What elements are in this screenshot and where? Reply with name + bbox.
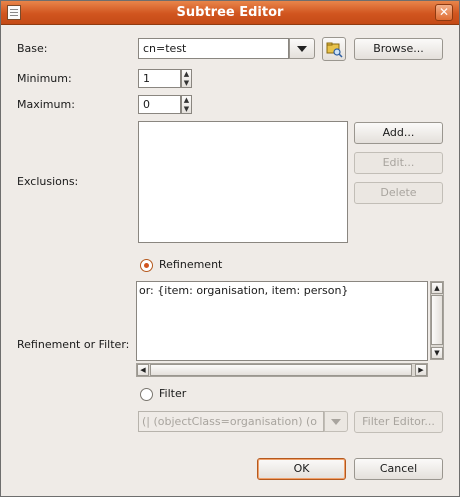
cancel-button[interactable]: Cancel xyxy=(354,458,443,480)
maximum-stepper[interactable]: ▲ ▼ xyxy=(181,95,192,114)
refinement-or-filter-label: Refinement or Filter: xyxy=(17,338,130,351)
vertical-scroll-thumb[interactable] xyxy=(431,295,443,345)
filter-radio[interactable] xyxy=(140,388,153,401)
refinement-textarea[interactable]: or: {item: organisation, item: person} xyxy=(136,281,428,361)
base-lookup-button[interactable] xyxy=(322,37,346,61)
filter-editor-button[interactable]: Filter Editor... xyxy=(354,411,443,433)
chevron-down-icon xyxy=(297,46,307,52)
scroll-left-icon[interactable]: ◀ xyxy=(137,364,149,376)
filter-combo-input[interactable]: (| (objectClass=organisation) (o xyxy=(138,411,324,432)
base-input[interactable]: cn=test xyxy=(138,38,289,59)
base-label: Base: xyxy=(17,42,48,55)
browse-button[interactable]: Browse... xyxy=(354,38,443,60)
refinement-radio[interactable] xyxy=(140,259,153,272)
delete-exclusion-button[interactable]: Delete xyxy=(354,182,443,204)
base-dropdown-button[interactable] xyxy=(289,38,315,59)
edit-exclusion-button[interactable]: Edit... xyxy=(354,152,443,174)
minimum-stepper[interactable]: ▲ ▼ xyxy=(181,69,192,88)
ok-button[interactable]: OK xyxy=(257,458,346,480)
maximum-input[interactable]: 0 xyxy=(138,95,181,114)
exclusions-list[interactable] xyxy=(138,121,348,243)
chevron-down-icon xyxy=(331,419,341,425)
scroll-down-icon[interactable]: ▼ xyxy=(431,347,443,359)
subtree-editor-dialog: Subtree Editor ✕ Base: cn=test Browse...… xyxy=(0,0,460,497)
maximum-label: Maximum: xyxy=(17,98,75,111)
close-button[interactable]: ✕ xyxy=(435,4,453,21)
minimum-input[interactable]: 1 xyxy=(138,69,181,88)
filter-value: (| (objectClass=organisation) (o xyxy=(142,415,318,428)
minimum-label: Minimum: xyxy=(17,72,72,85)
horizontal-scroll-thumb[interactable] xyxy=(150,364,412,376)
stepper-up-icon[interactable]: ▲ xyxy=(182,96,191,105)
add-exclusion-button[interactable]: Add... xyxy=(354,122,443,144)
base-input-value: cn=test xyxy=(143,42,187,55)
vertical-scrollbar[interactable]: ▲ ▼ xyxy=(430,281,444,360)
stepper-down-icon[interactable]: ▼ xyxy=(182,79,191,88)
maximum-value: 0 xyxy=(143,98,150,111)
stepper-down-icon[interactable]: ▼ xyxy=(182,105,191,114)
filter-dropdown-button[interactable] xyxy=(324,411,348,432)
exclusions-label: Exclusions: xyxy=(17,175,79,188)
filter-radio-label: Filter xyxy=(159,387,187,400)
stepper-up-icon[interactable]: ▲ xyxy=(182,70,191,79)
minimum-value: 1 xyxy=(143,72,150,85)
refinement-radio-label: Refinement xyxy=(159,258,223,271)
folder-search-icon xyxy=(326,42,343,58)
horizontal-scrollbar[interactable]: ◀ ▶ xyxy=(136,363,428,377)
window-title: Subtree Editor xyxy=(176,5,284,20)
title-bar[interactable]: Subtree Editor ✕ xyxy=(1,1,459,25)
refinement-text: or: {item: organisation, item: person} xyxy=(139,284,349,297)
scroll-up-icon[interactable]: ▲ xyxy=(431,282,443,294)
scroll-right-icon[interactable]: ▶ xyxy=(415,364,427,376)
